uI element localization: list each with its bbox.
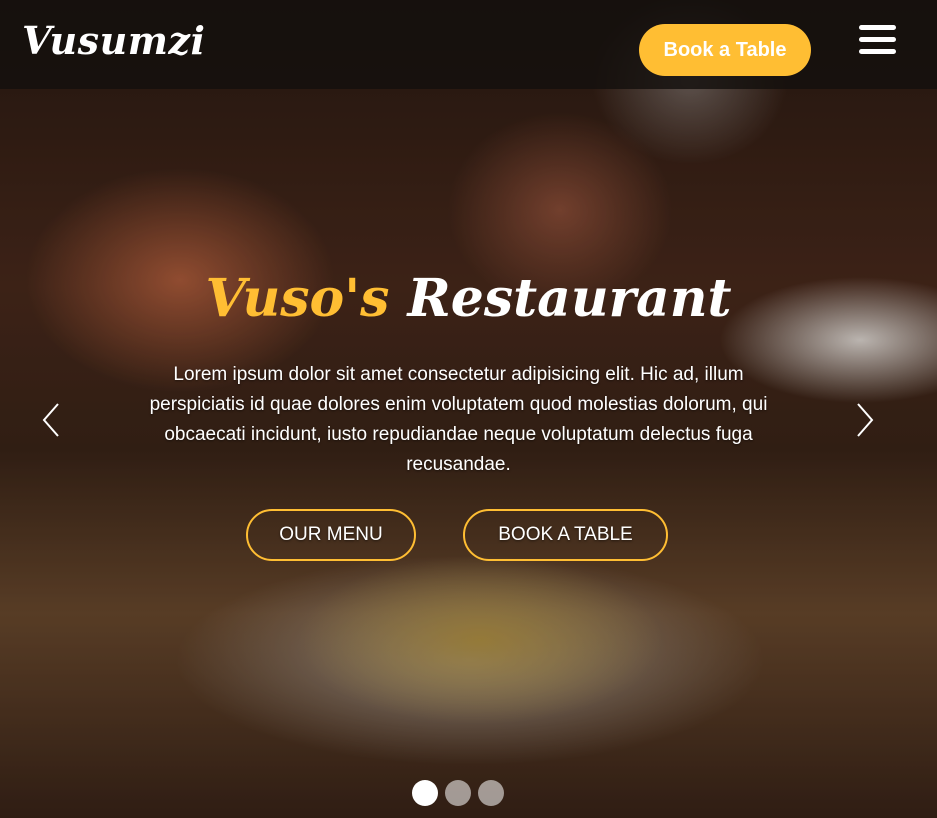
carousel-indicators — [412, 780, 504, 806]
hero-carousel: Vusumzi Book a Table Vuso's Restaurant L… — [0, 0, 937, 818]
carousel-dot-3[interactable] — [478, 780, 504, 806]
carousel-dot-1[interactable] — [412, 780, 438, 806]
hamburger-line — [859, 37, 896, 42]
nav-book-table-button[interactable]: Book a Table — [639, 24, 811, 76]
chevron-left-icon[interactable] — [38, 400, 68, 440]
hero-description: Lorem ipsum dolor sit amet consectetur a… — [149, 364, 768, 475]
hamburger-line — [859, 49, 896, 54]
our-menu-button[interactable]: OUR MENU — [246, 509, 416, 561]
site-logo[interactable]: Vusumzi — [22, 22, 205, 60]
hero-title-accent: Vuso's — [205, 268, 390, 329]
hero-title: Vuso's Restaurant — [0, 270, 937, 327]
carousel-dot-2[interactable] — [445, 780, 471, 806]
hero-title-rest: Restaurant — [407, 268, 732, 329]
navbar: Vusumzi Book a Table — [0, 0, 937, 89]
book-a-table-button[interactable]: BOOK A TABLE — [463, 509, 668, 561]
hamburger-menu-icon[interactable] — [859, 25, 896, 55]
hamburger-line — [859, 25, 896, 30]
chevron-right-icon[interactable] — [850, 400, 880, 440]
